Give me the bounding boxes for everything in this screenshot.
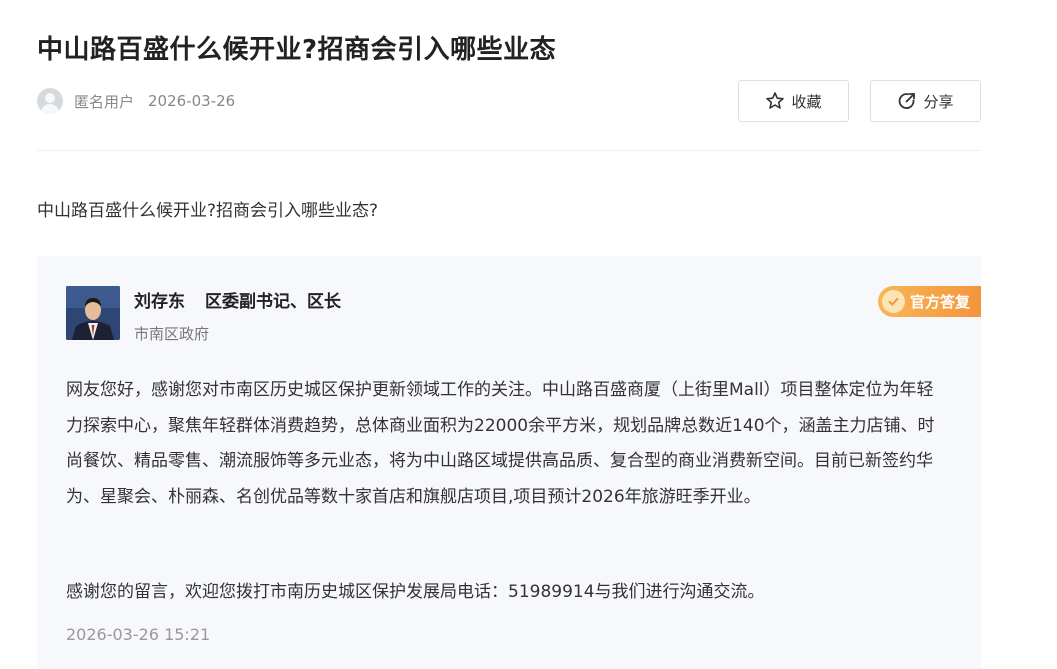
reply-body: 网友您好，感谢您对市南区历史城区保护更新领域工作的关注。中山路百盛商厦（上街里M… bbox=[66, 380, 935, 507]
favorite-label: 收藏 bbox=[791, 92, 822, 111]
official-answer-card: 刘存东 区委副书记、区长 市南区政府 官方答复 网友您好，感谢您对市南区历史城区… bbox=[37, 256, 981, 669]
responder-photo bbox=[66, 286, 120, 340]
reply-thanks: 感谢您的留言，欢迎您拨打市南历史城区保护发展局电话：51989914与我们进行沟… bbox=[66, 582, 765, 602]
responder-org: 市南区政府 bbox=[134, 325, 210, 343]
user-avatar bbox=[37, 88, 63, 114]
share-icon bbox=[899, 93, 916, 109]
star-icon bbox=[766, 92, 785, 109]
official-reply-badge: 官方答复 bbox=[878, 286, 981, 317]
official-reply-label: 官方答复 bbox=[910, 293, 971, 311]
share-button[interactable]: 分享 bbox=[870, 80, 981, 122]
reply-timestamp: 2026-03-26 15:21 bbox=[66, 625, 211, 644]
verified-check-icon bbox=[882, 290, 905, 313]
responder-name: 刘存东 bbox=[134, 292, 185, 312]
header-divider bbox=[37, 150, 981, 151]
page-title: 中山路百盛什么候开业?招商会引入哪些业态 bbox=[37, 35, 557, 65]
author-name: 匿名用户 bbox=[74, 92, 135, 111]
favorite-button[interactable]: 收藏 bbox=[738, 80, 849, 122]
post-meta: 匿名用户 2026-03-26 bbox=[37, 87, 235, 115]
share-label: 分享 bbox=[923, 92, 954, 111]
responder-title: 区委副书记、区长 bbox=[205, 292, 341, 312]
question-text: 中山路百盛什么候开业?招商会引入哪些业态? bbox=[37, 201, 379, 221]
post-date: 2026-03-26 bbox=[148, 92, 236, 110]
